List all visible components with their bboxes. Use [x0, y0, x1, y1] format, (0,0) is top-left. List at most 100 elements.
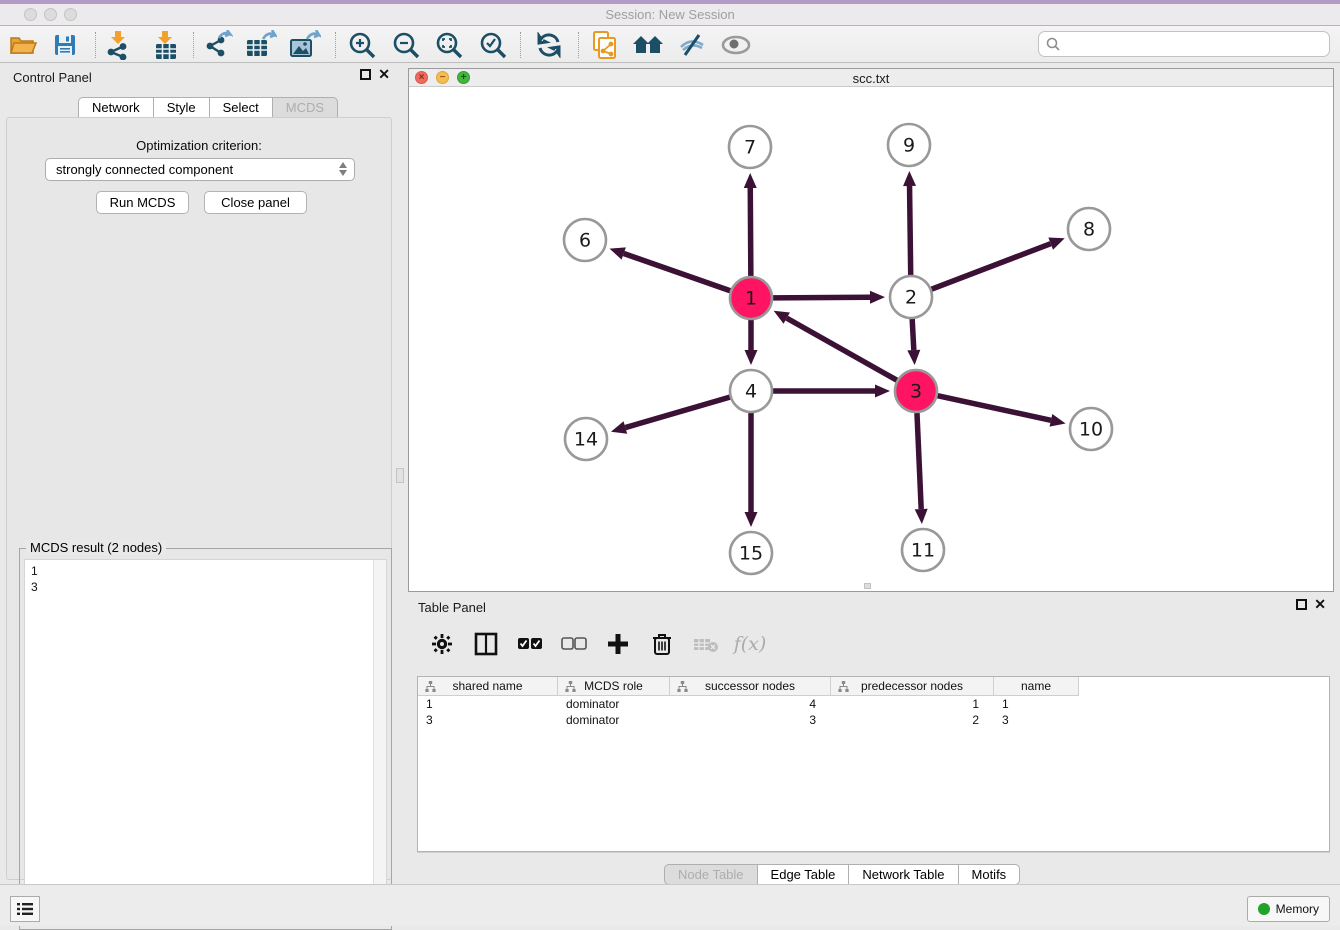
edge-1-2[interactable] — [773, 297, 870, 298]
close-panel-icon[interactable]: ✕ — [378, 69, 390, 80]
result-scrollbar[interactable] — [373, 560, 386, 924]
add-column-icon[interactable] — [603, 629, 633, 659]
arrowhead-3-11 — [915, 509, 928, 524]
network-resize-grip[interactable] — [864, 583, 871, 589]
export-image-icon[interactable] — [288, 30, 322, 60]
edge-1-7[interactable] — [750, 188, 751, 276]
search-box[interactable] — [1038, 31, 1330, 57]
column-header-shared-name[interactable]: shared name — [418, 677, 558, 696]
mcds-result-area[interactable]: 1 3 — [24, 559, 387, 925]
edge-2-8[interactable] — [932, 244, 1051, 290]
deselect-all-columns-icon[interactable] — [559, 629, 589, 659]
table-tab-network-table[interactable]: Network Table — [848, 864, 957, 885]
graph-node-label-14: 14 — [574, 429, 598, 451]
table-settings-icon[interactable] — [427, 629, 457, 659]
tab-mcds[interactable]: MCDS — [272, 97, 338, 118]
delete-column-icon[interactable] — [647, 629, 677, 659]
arrowhead-1-4 — [745, 350, 758, 365]
zoom-in-icon[interactable] — [345, 30, 379, 60]
network-overview-icon[interactable] — [588, 30, 622, 60]
refresh-icon[interactable] — [532, 30, 566, 60]
mcds-panel: Optimization criterion: strongly connect… — [6, 117, 392, 880]
network-window-title: scc.txt — [409, 71, 1333, 86]
cell-shared-name[interactable]: 3 — [418, 712, 558, 728]
cell-MCDS-role[interactable]: dominator — [558, 696, 670, 712]
column-header-successor-nodes[interactable]: successor nodes — [670, 677, 831, 696]
cell-predecessor-nodes[interactable]: 2 — [831, 712, 994, 728]
edge-3-11[interactable] — [917, 413, 921, 509]
column-header-predecessor-nodes[interactable]: predecessor nodes — [831, 677, 994, 696]
table-tab-node-table[interactable]: Node Table — [664, 864, 757, 885]
cell-MCDS-role[interactable]: dominator — [558, 712, 670, 728]
toolbar-separator — [95, 32, 96, 58]
memory-status-icon — [1258, 903, 1270, 915]
run-mcds-button[interactable]: Run MCDS — [96, 191, 189, 214]
mcds-result-title: MCDS result (2 nodes) — [26, 540, 166, 555]
export-table-icon[interactable] — [244, 30, 278, 60]
graph-node-label-8: 8 — [1083, 219, 1095, 241]
tab-network[interactable]: Network — [78, 97, 153, 118]
task-history-button[interactable] — [10, 896, 40, 922]
table-header-row: shared nameMCDS rolesuccessor nodesprede… — [418, 677, 1329, 696]
search-input[interactable] — [1065, 37, 1329, 52]
mcds-result-group: MCDS result (2 nodes) 1 3 — [19, 548, 392, 930]
memory-button[interactable]: Memory — [1247, 896, 1330, 922]
cell-name[interactable]: 3 — [994, 712, 1079, 728]
arrowhead-2-9 — [903, 171, 916, 186]
show-graphics-icon[interactable] — [719, 30, 753, 60]
graph-node-label-11: 11 — [911, 540, 935, 562]
table-tab-motifs[interactable]: Motifs — [958, 864, 1021, 885]
column-browser-icon[interactable] — [471, 629, 501, 659]
cell-shared-name[interactable]: 1 — [418, 696, 558, 712]
delete-table-icon — [691, 629, 721, 659]
graph-node-label-10: 10 — [1079, 419, 1103, 441]
zoom-selected-icon[interactable] — [476, 30, 510, 60]
criterion-dropdown[interactable]: strongly connected component — [45, 158, 355, 181]
import-table-icon[interactable] — [149, 30, 183, 60]
arrowhead-4-14 — [611, 421, 627, 433]
table-tab-edge-table[interactable]: Edge Table — [757, 864, 849, 885]
cell-successor-nodes[interactable]: 4 — [670, 696, 831, 712]
column-header-name[interactable]: name — [994, 677, 1079, 696]
select-all-columns-icon[interactable] — [515, 629, 545, 659]
graph-node-label-1: 1 — [745, 288, 757, 310]
float-table-panel-icon[interactable] — [1296, 599, 1307, 610]
network-graph-canvas[interactable]: 7968124314101511 — [409, 87, 1333, 591]
arrowhead-2-3 — [907, 350, 920, 365]
tab-style[interactable]: Style — [153, 97, 209, 118]
cell-predecessor-nodes[interactable]: 1 — [831, 696, 994, 712]
home-layout-icon[interactable] — [631, 30, 665, 60]
tab-select[interactable]: Select — [209, 97, 272, 118]
network-window-titlebar[interactable]: × − + scc.txt — [409, 69, 1333, 87]
edge-3-10[interactable] — [937, 396, 1050, 421]
graph-node-label-3: 3 — [910, 381, 922, 403]
zoom-out-icon[interactable] — [389, 30, 423, 60]
edge-1-6[interactable] — [624, 254, 731, 291]
cell-name[interactable]: 1 — [994, 696, 1079, 712]
function-builder-icon: f(x) — [735, 629, 765, 659]
control-panel-tabs: NetworkStyleSelectMCDS — [78, 97, 338, 118]
zoom-fit-icon[interactable] — [432, 30, 466, 60]
export-network-icon[interactable] — [201, 30, 235, 60]
table-row[interactable]: 3dominator323 — [418, 712, 1329, 728]
graph-node-label-7: 7 — [744, 137, 756, 159]
import-network-icon[interactable] — [102, 30, 136, 60]
close-panel-button[interactable]: Close panel — [204, 191, 307, 214]
edge-4-14[interactable] — [625, 397, 730, 427]
column-header-MCDS-role[interactable]: MCDS role — [558, 677, 670, 696]
cell-successor-nodes[interactable]: 3 — [670, 712, 831, 728]
panel-splitter-handle[interactable] — [396, 468, 404, 483]
edge-2-9[interactable] — [910, 186, 911, 275]
node-table[interactable]: shared nameMCDS rolesuccessor nodesprede… — [417, 676, 1330, 852]
save-session-icon[interactable] — [48, 30, 82, 60]
table-panel: Table Panel ✕ f(x) shared nameMCDS roles… — [408, 596, 1334, 884]
table-row[interactable]: 1dominator411 — [418, 696, 1329, 712]
hide-graphics-icon[interactable] — [675, 30, 709, 60]
float-panel-icon[interactable] — [360, 69, 371, 80]
toolbar-separator — [520, 32, 521, 58]
edge-2-3[interactable] — [912, 319, 914, 350]
edge-3-1[interactable] — [787, 318, 897, 380]
table-tabs: Node TableEdge TableNetwork TableMotifs — [664, 864, 1020, 885]
open-session-icon[interactable] — [6, 30, 40, 60]
close-table-panel-icon[interactable]: ✕ — [1314, 599, 1326, 610]
